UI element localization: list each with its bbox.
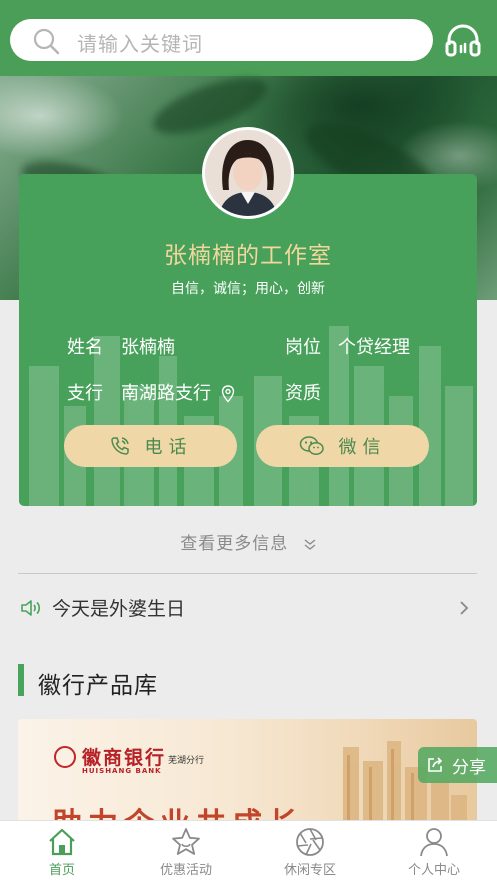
chevron-down-icon: [304, 539, 316, 550]
position-value: 个贷经理: [338, 337, 410, 358]
tab-home[interactable]: 首页: [0, 821, 124, 883]
branch-label: 支行: [67, 383, 103, 404]
headphones-icon[interactable]: [444, 21, 482, 59]
section-title: 徽行产品库: [38, 673, 158, 699]
aperture-icon: [296, 828, 324, 856]
chevron-right-icon[interactable]: [457, 599, 471, 617]
speaker-icon: [21, 600, 41, 616]
product-banner[interactable]: 徽商银行 HUISHANG BANK 芜湖分行 助力企业共成长: [18, 719, 477, 829]
bank-branch: 芜湖分行: [168, 756, 205, 766]
section-accent-bar: [18, 664, 24, 696]
more-info-toggle[interactable]: 查看更多信息: [0, 529, 497, 554]
share-button[interactable]: 分享: [418, 747, 497, 783]
tab-home-label: 首页: [48, 863, 75, 878]
phone-button[interactable]: 电话: [64, 425, 237, 467]
search-input[interactable]: 请输入关键词: [77, 28, 203, 57]
studio-title: 张楠楠的工作室: [164, 243, 332, 269]
more-info-label: 查看更多信息: [180, 534, 289, 554]
tab-leisure-label: 休闲专区: [283, 863, 336, 878]
phone-icon: [110, 437, 129, 455]
share-icon: [428, 757, 443, 772]
divider: [18, 573, 477, 574]
tab-profile-label: 个人中心: [407, 863, 460, 878]
home-icon: [49, 828, 75, 856]
qualification-label: 资质: [285, 383, 321, 404]
user-icon: [420, 828, 448, 857]
tab-promotions-label: 优惠活动: [159, 863, 212, 878]
bank-name: 徽商银行: [82, 747, 167, 769]
bottom-tab-bar: 首页 优惠活动 休闲专区 个人中心: [0, 820, 497, 883]
wechat-button-label: 微信: [338, 437, 387, 458]
bank-logo-icon: [54, 746, 76, 768]
search-bar[interactable]: 请输入关键词: [10, 19, 433, 61]
avatar: [202, 127, 294, 219]
tab-promotions[interactable]: 优惠活动: [124, 821, 248, 883]
notice-text[interactable]: 今天是外婆生日: [52, 594, 185, 621]
name-value: 张楠楠: [121, 337, 175, 358]
wechat-icon: [299, 436, 324, 456]
app-header: 请输入关键词: [0, 0, 497, 76]
tab-profile[interactable]: 个人中心: [372, 821, 496, 883]
name-label: 姓名: [67, 337, 103, 358]
bank-name-en: HUISHANG BANK: [82, 767, 162, 775]
tab-leisure[interactable]: 休闲专区: [248, 821, 372, 883]
motto: 自信，诚信；用心，创新: [171, 281, 325, 297]
branch-value[interactable]: 南湖路支行: [121, 379, 211, 405]
phone-button-label: 电话: [144, 437, 193, 458]
star-icon: [172, 828, 200, 855]
position-label: 岗位: [285, 337, 321, 358]
search-icon: [33, 28, 60, 55]
wechat-button[interactable]: 微信: [256, 425, 429, 467]
share-label: 分享: [452, 757, 486, 778]
location-pin-icon[interactable]: [221, 385, 235, 403]
